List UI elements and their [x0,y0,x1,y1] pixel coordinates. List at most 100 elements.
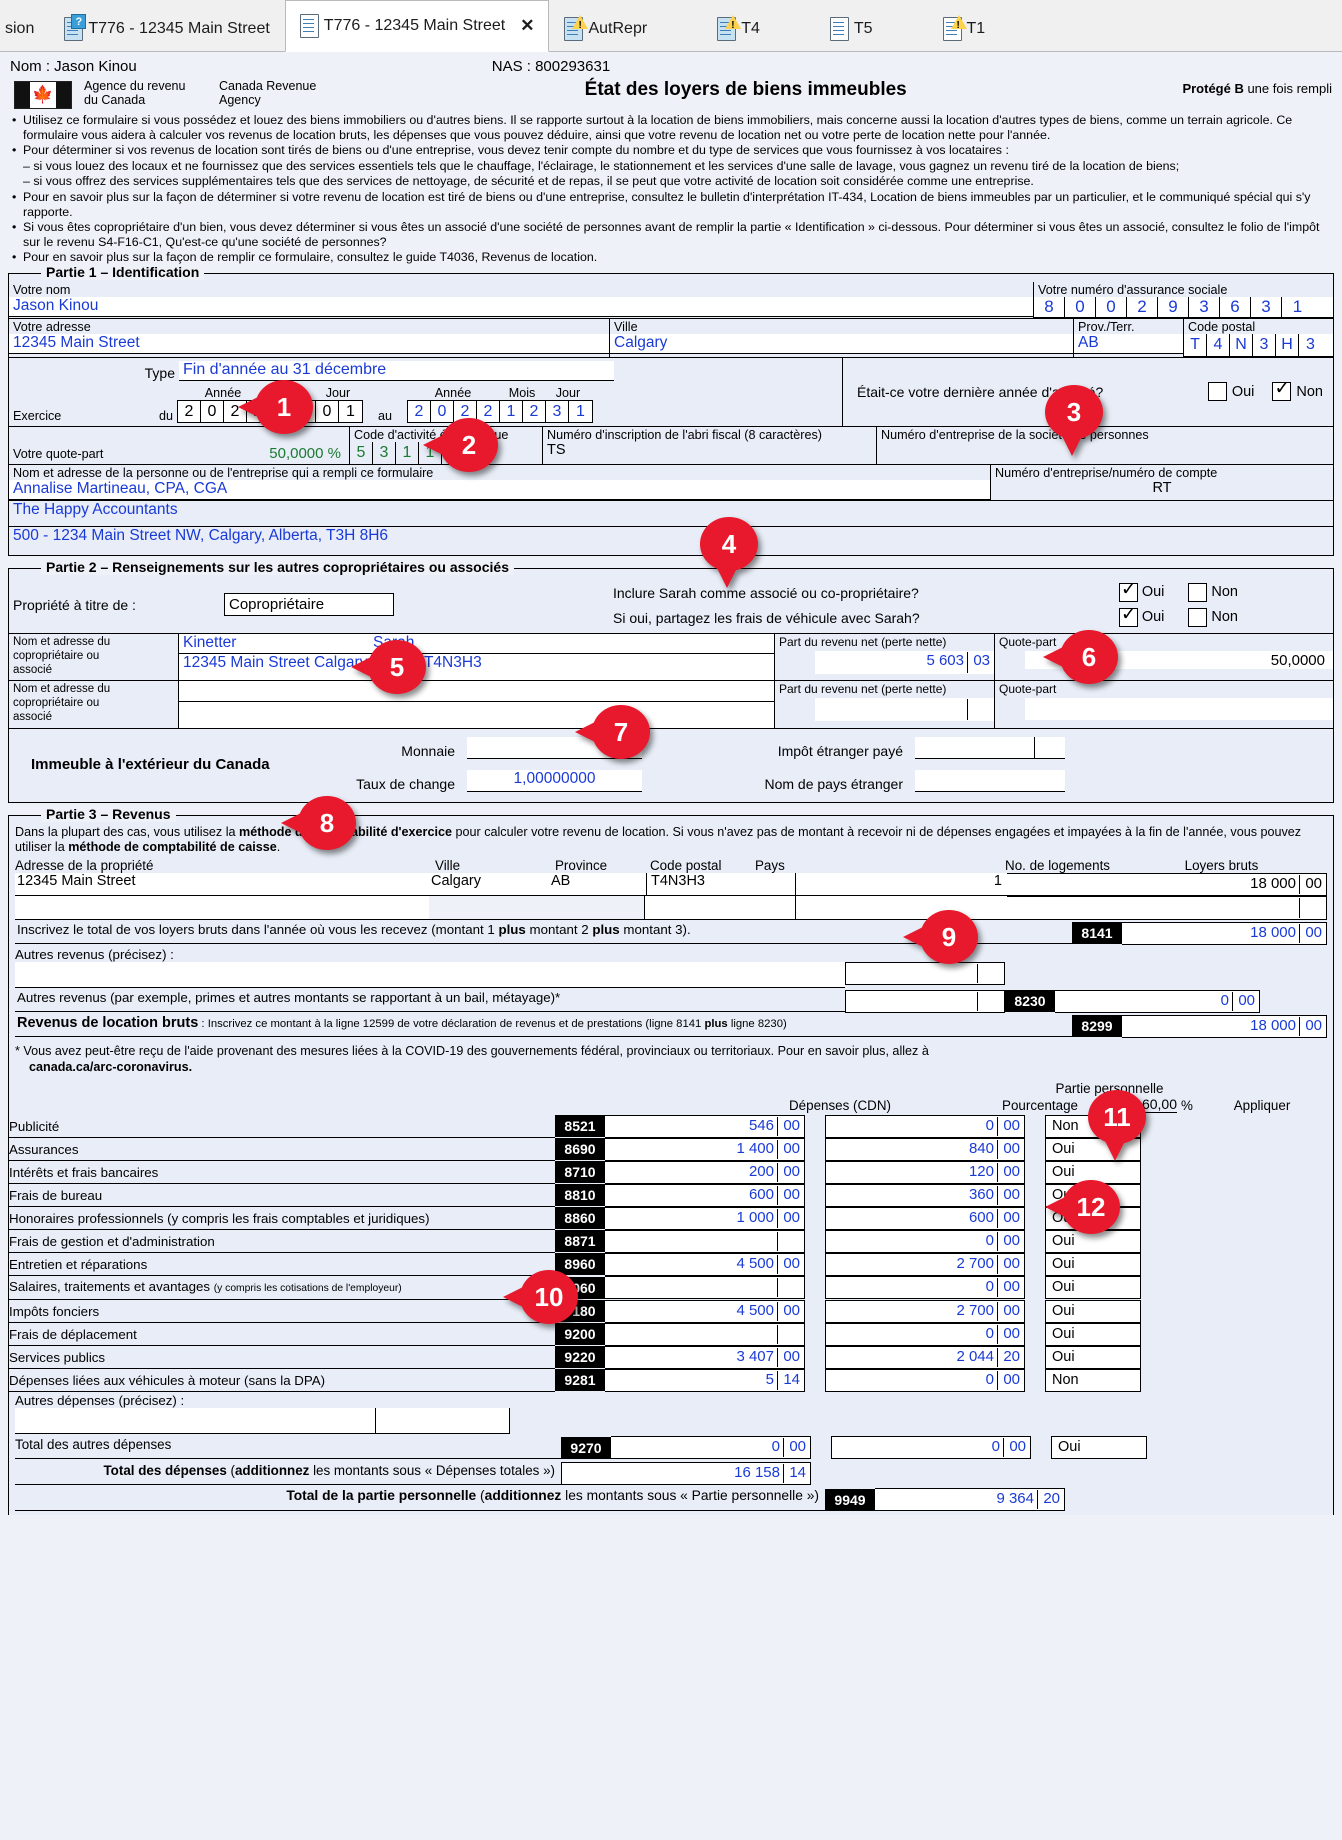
tab-t1[interactable]: ! T1 [927,5,1001,51]
property-fields[interactable] [15,895,795,920]
ownership-value[interactable]: Copropriétaire [224,593,394,617]
tab-session[interactable]: sion [0,5,50,51]
close-icon[interactable]: ✕ [520,16,534,36]
period-end-boxes[interactable]: 2 0 2 2 1 2 3 1 [407,399,593,423]
line-8299-amount[interactable]: 18 000 00 [1122,1014,1327,1038]
line-8230-label: Autres revenus (par exemple, primes et a… [15,990,845,1013]
property-gross-rents[interactable] [1007,895,1327,920]
apply-cell[interactable]: Oui [1045,1322,1141,1346]
postal-digit: N [1230,333,1253,356]
preparer-firm[interactable]: The Happy Accountants [9,501,1333,527]
coowner-address[interactable] [179,701,774,728]
expense-amount[interactable]: 546 00 [605,1114,805,1138]
share-percent-value[interactable] [1025,697,1333,720]
include-partner-oui-checkbox[interactable] [1118,579,1138,602]
preparer-address[interactable]: 500 - 1234 Main Street NW, Calgary, Albe… [9,527,1333,555]
coowner-lastname[interactable]: Kinetter [179,634,369,653]
tab-t4[interactable]: ! T4 [702,5,775,51]
bn-account-value[interactable]: RT [991,480,1333,497]
total-other-apply[interactable]: Oui [1051,1436,1147,1460]
personal-amount[interactable]: 360 00 [825,1183,1025,1207]
exchange-rate-value[interactable]: 1,00000000 [467,769,642,792]
personal-amount[interactable]: 2 700 00 [825,1252,1025,1276]
expense-amount[interactable]: 4 500 00 [605,1299,805,1323]
net-income-share-value[interactable]: 5 603 03 [815,650,994,674]
other-expense-description[interactable] [15,1408,375,1435]
postal-code-boxes[interactable]: T 4 N 3 H 3 [1184,333,1333,357]
share-vehicle-oui-checkbox[interactable] [1118,604,1138,627]
preparer-name[interactable]: Annalise Martineau, CPA, CGA [9,479,990,500]
personal-amount[interactable]: 0 00 [825,1368,1025,1392]
tab-autrepr[interactable]: ! AutRepr [549,5,663,51]
line-9270-row: Total des autres dépenses 9270 0 00 0 00… [9,1434,1333,1460]
include-partner-non-checkbox[interactable] [1188,582,1208,602]
expense-amount[interactable]: 3 407 00 [605,1345,805,1369]
sin-boxes[interactable]: 8 0 0 2 9 3 6 3 1 [1034,296,1333,318]
type-value[interactable]: Fin d'année au 31 décembre [179,360,614,381]
apply-cell[interactable]: Oui [1045,1276,1141,1300]
property-gross-rents[interactable]: 18 000 00 [1007,872,1327,896]
tab-t776-active[interactable]: T776 - 12345 Main Street ✕ [284,0,550,52]
total-other-expenses-amount[interactable]: 0 00 [611,1436,811,1460]
personal-amount[interactable]: 0 00 [825,1322,1025,1346]
expense-amount[interactable] [605,1229,805,1253]
personal-amount[interactable]: 0 00 [825,1229,1025,1253]
apply-cell[interactable]: Oui [1045,1252,1141,1276]
property-fields[interactable]: 12345 Main Street Calgary AB T4N3H3 [15,872,795,896]
other-income-amount[interactable] [845,961,1005,985]
coowner-lastname[interactable] [179,681,369,701]
apply-cell[interactable]: Oui [1045,1299,1141,1323]
annotation-marker-10: 10 [503,1270,578,1324]
line-8230-sub-amount[interactable] [845,989,1005,1013]
expense-amount[interactable]: 4 500 00 [605,1252,805,1276]
expense-amount[interactable]: 1 000 00 [605,1206,805,1230]
total-personal-amount[interactable]: 9 364 20 [875,1488,1065,1512]
coowner-address[interactable]: 12345 Main Street Calgary Alberta T4N3H3 [179,653,774,680]
expense-line-code: 8810 [555,1184,605,1207]
other-expense-amount[interactable] [375,1408,510,1435]
non-label: Non [1211,584,1238,601]
property-units[interactable]: 1 [795,872,1007,896]
last-year-non-checkbox[interactable] [1272,378,1292,402]
tab-t776-first[interactable]: ? T776 - 12345 Main Street [49,5,285,51]
expense-row: Dépenses liées aux véhicules à moteur (s… [9,1368,1333,1393]
sin-digit: 3 [1189,296,1220,317]
personal-amount[interactable]: 0 00 [825,1114,1025,1138]
annotation-number: 8 [298,796,356,850]
total-other-personal-amount[interactable]: 0 00 [831,1436,1031,1460]
apply-cell[interactable]: Non [1045,1368,1141,1392]
expense-amount[interactable] [605,1276,805,1300]
personal-amount[interactable]: 2 044 20 [825,1345,1025,1369]
province-value[interactable]: AB [1074,333,1183,354]
city-value[interactable]: Calgary [610,333,1073,354]
tab-t5[interactable]: T5 [814,5,888,51]
address-value[interactable]: 12345 Main Street [9,333,609,354]
foreign-tax-value[interactable] [915,736,1065,759]
personal-amount[interactable]: 0 00 [825,1276,1025,1300]
line-8141-amount[interactable]: 18 000 00 [1122,921,1327,945]
partnership-bn-value[interactable] [877,442,1333,443]
personal-amount[interactable]: 2 700 00 [825,1299,1025,1323]
other-income-description[interactable] [15,961,845,988]
tax-shelter-value[interactable]: TS [543,442,876,459]
foreign-country-value[interactable] [915,769,1065,792]
expense-amount[interactable]: 1 400 00 [605,1137,805,1161]
amount-cents: 14 [789,1464,806,1482]
share-value[interactable]: 50,0000 % [107,445,349,462]
total-expenses-amount[interactable]: 16 158 14 [561,1462,811,1486]
line-8141-row: Inscrivez le total de vos loyers bruts d… [9,920,1333,945]
share-vehicle-non-checkbox[interactable] [1188,607,1208,627]
last-year-oui-checkbox[interactable] [1207,382,1227,402]
expense-amount[interactable]: 5 14 [605,1368,805,1392]
net-income-share-value[interactable] [815,697,994,721]
your-name-value[interactable]: Jason Kinou [9,296,1033,317]
personal-amount[interactable]: 840 00 [825,1137,1025,1161]
apply-cell[interactable]: Oui [1045,1345,1141,1369]
personal-amount[interactable]: 600 00 [825,1206,1025,1230]
expense-amount[interactable]: 600 00 [605,1183,805,1207]
expense-amount[interactable] [605,1322,805,1346]
personal-amount[interactable]: 120 00 [825,1160,1025,1184]
line-8230-amount[interactable]: 0 00 [1055,989,1260,1013]
instruction-subbullet: – si vous louez des locaux et ne fournis… [23,158,1180,173]
expense-amount[interactable]: 200 00 [605,1160,805,1184]
